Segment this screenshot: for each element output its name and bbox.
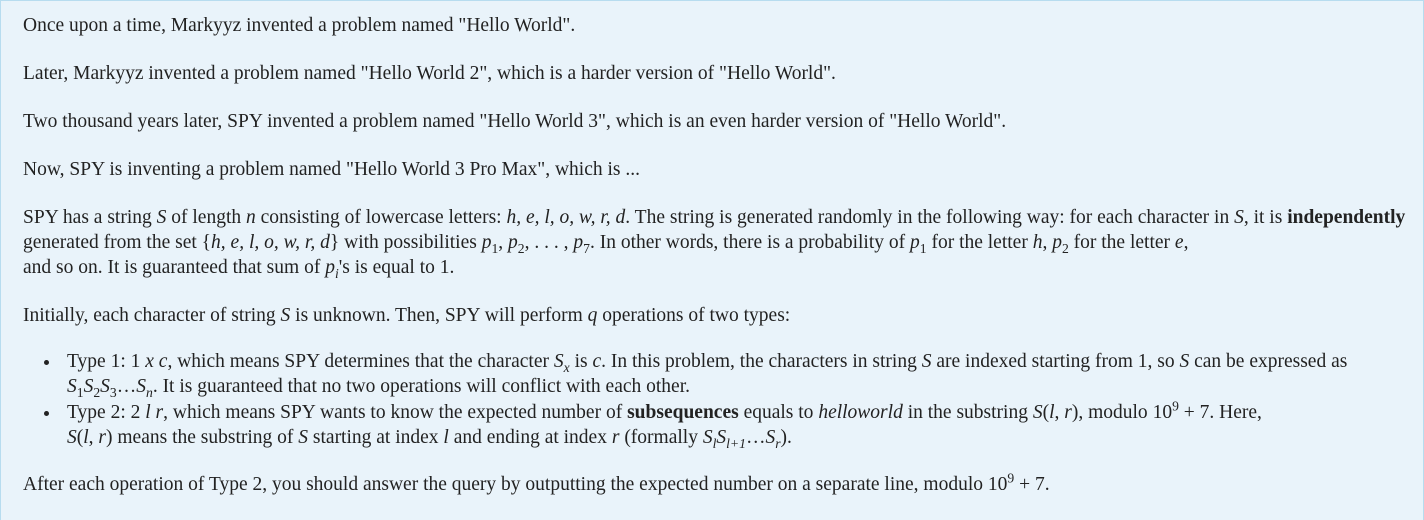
text: SPY has a string [23, 207, 157, 228]
operation-list: Type 1: 1 x c , which means SPY determine… [23, 349, 1409, 450]
text: Type 1: 1 [67, 351, 146, 372]
text: equals to [738, 402, 819, 423]
math-brace: } [329, 232, 340, 253]
text: . In this problem, the characters in str… [601, 351, 922, 372]
text: . In other words, there is a probability… [589, 232, 910, 253]
text: After each operation of Type 2, you shou… [23, 474, 988, 495]
math-e: e [1174, 232, 1184, 253]
math-sup-nine: 9 [1172, 398, 1179, 414]
text: can be expressed as [1189, 351, 1348, 372]
paragraph-hello-world-3: Two thousand years later, SPY invented a… [23, 111, 1007, 132]
text: and so on. It is guaranteed that sum of [23, 257, 326, 278]
math-h: h [1032, 232, 1043, 253]
math-S: S [1234, 207, 1244, 228]
math-l: l [145, 402, 151, 423]
problem-statement: Once upon a time, Markyyz invented a pro… [0, 0, 1424, 520]
bold-subsequences: subsequences [627, 402, 739, 423]
math-brace: { [201, 232, 212, 253]
paragraph-operations: Initially, each character of string S is… [23, 303, 1409, 328]
text: is unknown. Then, SPY will perform [290, 305, 588, 326]
paragraph-intro: Once upon a time, Markyyz invented a pro… [23, 15, 576, 36]
text: for the letter [1068, 232, 1175, 253]
math-sub-n: n [145, 384, 153, 400]
text: . The string is generated randomly in th… [625, 207, 1235, 228]
text: of length [166, 207, 246, 228]
text: , [1042, 232, 1053, 253]
text: , it is [1243, 207, 1288, 228]
paragraph-output: After each operation of Type 2, you shou… [23, 471, 1409, 497]
text: . Here, [1209, 402, 1262, 423]
text: , modulo [1078, 402, 1153, 423]
math-r: r [155, 402, 164, 423]
text: . It is guaranteed that no two operation… [152, 376, 690, 397]
text: Initially, each character of string [23, 305, 281, 326]
math-pi: p [325, 257, 335, 278]
text: for the letter [926, 232, 1033, 253]
text: with possibilities [339, 232, 482, 253]
text: and ending at index [448, 427, 612, 448]
math-plus-seven: + 7 [1014, 474, 1045, 495]
text: Type 2: 2 [67, 402, 146, 423]
text: , which means SPY determines that the ch… [167, 351, 554, 372]
text: ). [780, 427, 792, 448]
math-sub-l-plus-1: l+1 [726, 435, 746, 451]
math-n: n [245, 207, 256, 228]
text: are indexed starting from 1, so [931, 351, 1180, 372]
paragraph-hello-world-2: Later, Markyyz invented a problem named … [23, 63, 836, 84]
text: starting at index [308, 427, 444, 448]
text: in the substring [902, 402, 1033, 423]
math-dots: … [116, 376, 137, 397]
list-item-type-1: Type 1: 1 x c , which means SPY determine… [61, 349, 1409, 399]
text: means the substring of [112, 427, 299, 448]
text: . [1044, 474, 1050, 495]
math-p: p [481, 232, 492, 253]
math-ten: 10 [987, 474, 1008, 495]
math-c: c [592, 351, 602, 372]
paragraph-pro-max: Now, SPY is inventing a problem named "H… [23, 159, 640, 180]
paragraph-string-generation: SPY has a string S of length n consistin… [23, 207, 1406, 281]
text: 's is equal to 1. [338, 257, 455, 278]
math-letters: h, e, l, o, w, r, d [506, 207, 626, 228]
math-plus-seven: + 7 [1178, 402, 1210, 423]
text: operations of two types: [597, 305, 791, 326]
math-x: x [145, 351, 154, 372]
text: is [569, 351, 593, 372]
bold-independently: independently [1287, 207, 1406, 228]
text: , which means SPY wants to know the expe… [163, 402, 628, 423]
math-S: S [156, 207, 167, 228]
text: consisting of lowercase letters: [255, 207, 507, 228]
text: generated from the set [23, 232, 202, 253]
text: (formally [619, 427, 703, 448]
list-item-type-2: Type 2: 2 l r, which means SPY wants to … [61, 398, 1409, 451]
math-letters: h, e, l, o, w, r, d [211, 232, 330, 253]
math-q: q [587, 305, 598, 326]
math-ten: 10 [1152, 402, 1173, 423]
math-S: S [280, 305, 291, 326]
math-helloworld: helloworld [818, 402, 903, 423]
